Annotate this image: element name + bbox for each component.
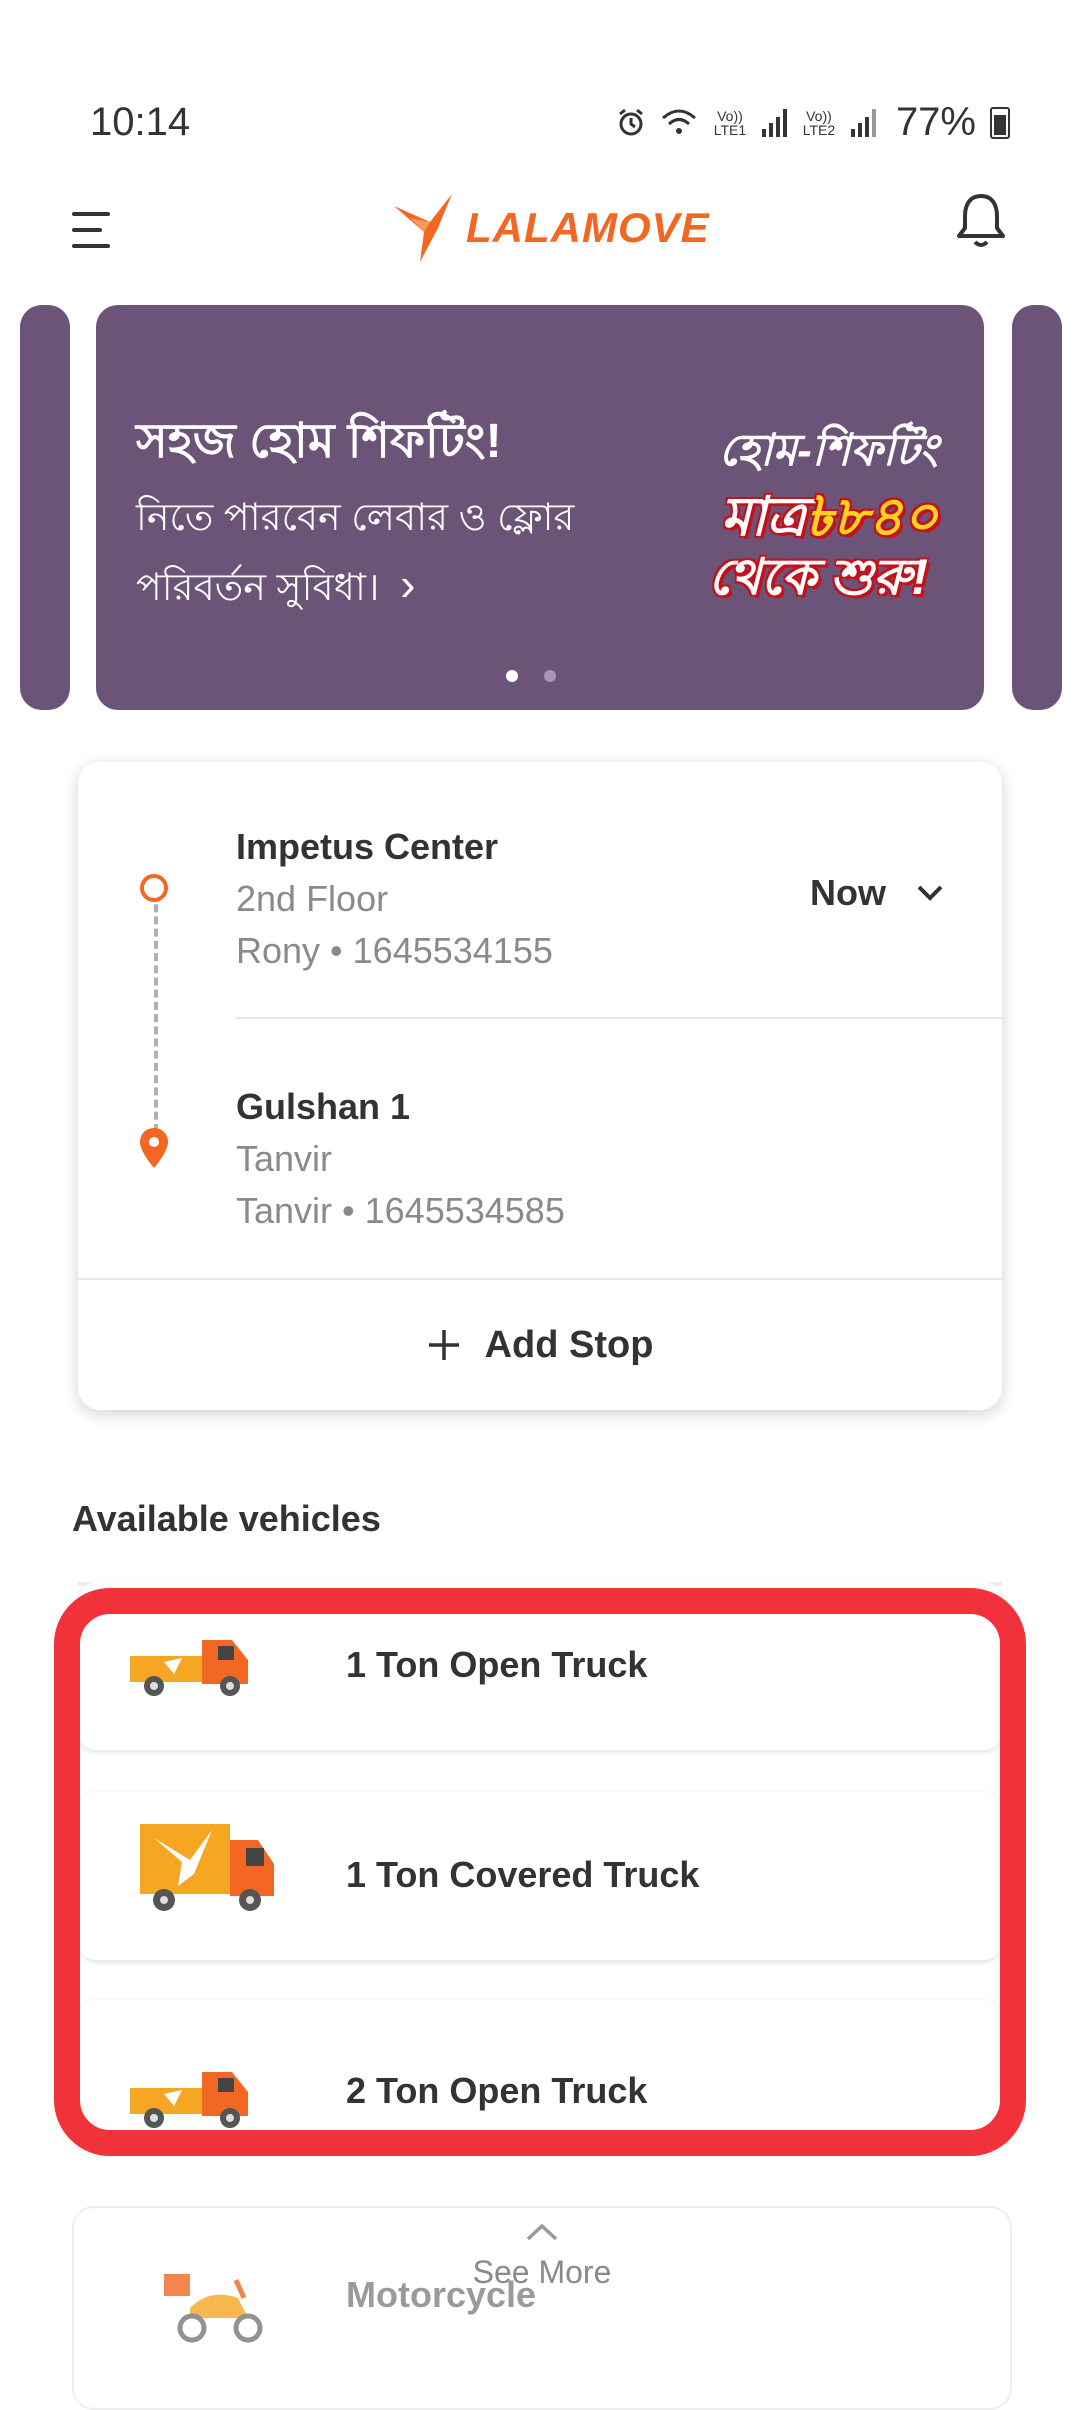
pickup-time-select[interactable]: Now [810,872,944,914]
chevron-up-icon [526,2223,558,2241]
signal-icon-sim2 [850,108,876,137]
banner-title: সহজ হোম শিফটিং! [136,415,502,468]
promo-prefix: মাত্র [720,487,806,547]
dropoff-contact: Tanvir • 1645534585 [236,1190,565,1231]
alarm-icon [619,108,643,135]
chevron-right-icon: › [400,558,416,610]
plus-icon [428,1330,459,1360]
pickup-detail: 2nd Floor [236,878,389,919]
pickup-stop[interactable]: Impetus Center 2nd Floor Rony • 16455341… [78,802,778,1002]
stop-divider [236,1017,1002,1019]
chevron-down-icon [917,885,943,901]
pickup-time-label: Now [810,872,886,913]
status-time: 10:14 [90,100,191,144]
pickup-name: Impetus Center [236,826,499,867]
bird-logo-icon [394,194,452,262]
see-more-label: See More [472,2254,612,2290]
battery-icon [990,106,1010,139]
wifi-icon [661,109,696,134]
sim1-label: Vo)) LTE1 [713,107,747,138]
carousel-indicator [506,670,556,682]
banner-subtitle-text: নিতে পারবেন লেবার ও ফ্লোর পরিবর্তন সুবিধ… [136,497,575,609]
pickup-contact: Rony • 1645534155 [236,930,553,971]
promo-banner[interactable]: সহজ হোম শিফটিং! নিতে পারবেন লেবার ও ফ্লো… [96,305,984,710]
banner-subtitle: নিতে পারবেন লেবার ও ফ্লোর পরিবর্তন সুবিধ… [136,485,606,621]
bell-icon[interactable] [954,190,1008,250]
carousel-dot-active [506,670,518,682]
dropoff-detail: Tanvir [236,1138,333,1179]
promo-line-3: থেকে শুরু! [708,549,928,605]
banner-next[interactable] [1012,305,1062,710]
battery-percent: 77% [895,100,976,144]
sim2-label: Vo)) LTE2 [802,107,836,138]
carousel-dot [544,670,556,682]
menu-icon[interactable] [72,210,116,250]
route-card: Impetus Center 2nd Floor Rony • 16455341… [78,762,1002,1410]
status-bar: 10:14 Vo)) LTE1 Vo)) LTE2 77% [0,0,1080,190]
dropoff-stop[interactable]: Gulshan 1 Tanvir Tanvir • 1645534585 [78,1060,1002,1260]
dropoff-name: Gulshan 1 [236,1086,411,1127]
vehicle-item-motorcycle[interactable]: Motorcycle See More [72,2206,1012,2410]
see-more-button[interactable]: See More [74,2222,1010,2291]
promo-price: ৳৮৪০ [805,487,938,547]
section-title-vehicles: Available vehicles [72,1498,381,1539]
logo-text: LALAMOVE [466,204,710,251]
status-icons: Vo)) LTE1 Vo)) LTE2 77% [616,100,1010,145]
add-stop-button[interactable]: Add Stop [78,1280,1002,1410]
add-stop-label: Add Stop [484,1323,654,1366]
signal-icon-sim1 [761,108,787,137]
banner-previous[interactable] [20,305,70,710]
highlight-box [54,1588,1026,2156]
lalamove-logo: LALAMOVE [390,188,710,268]
